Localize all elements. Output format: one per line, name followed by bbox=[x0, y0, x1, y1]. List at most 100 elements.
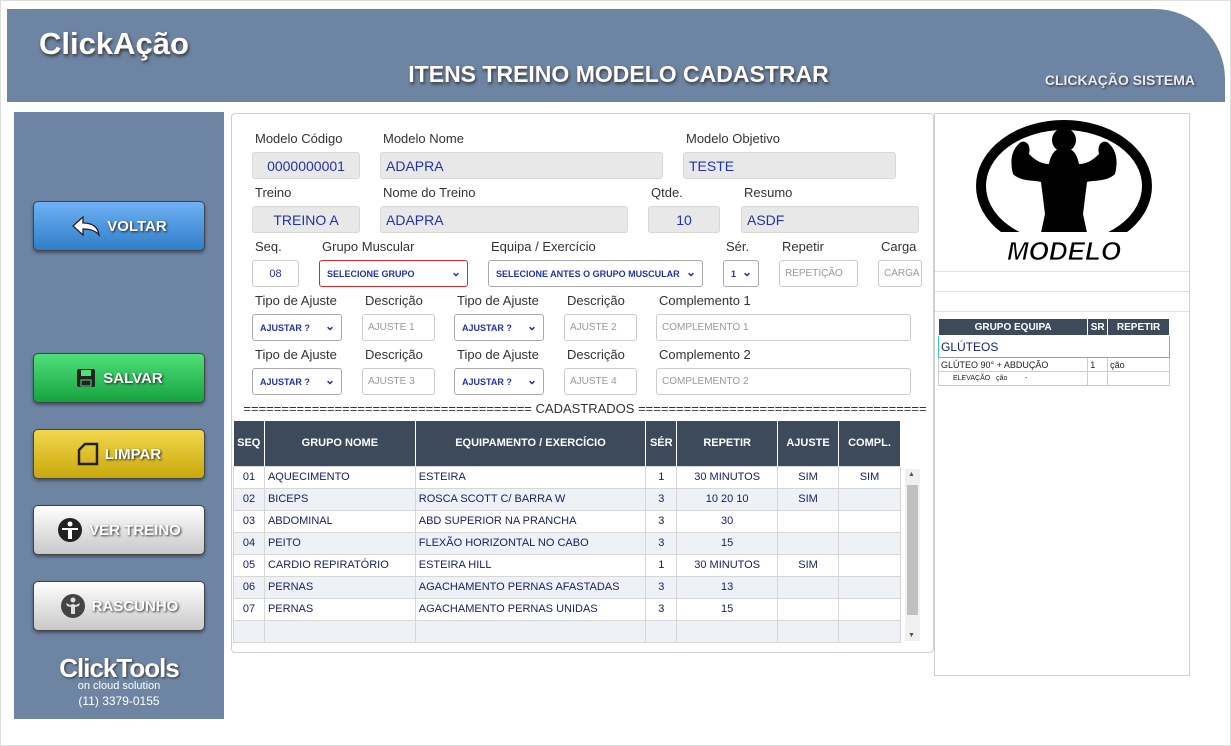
col-ajuste[interactable]: AJUSTE bbox=[777, 421, 840, 466]
carga-input[interactable]: CARGA bbox=[878, 260, 922, 287]
table-row-empty[interactable] bbox=[233, 619, 901, 643]
resumo-label: Resumo bbox=[744, 185, 793, 200]
tipo-ajuste-4-select[interactable]: AJUSTAR ? ⌄ bbox=[454, 368, 544, 395]
equipa-exercicio-value: SELECIONE ANTES O GRUPO MUSCULAR bbox=[496, 268, 680, 279]
voltar-label: VOLTAR bbox=[107, 217, 167, 235]
tipo-ajuste-3-value: AJUSTAR ? bbox=[260, 376, 310, 387]
cell-exercicio: AGACHAMENTO PERNAS UNIDAS bbox=[414, 597, 647, 621]
table-row[interactable]: 02 BICEPS ROSCA SCOTT C/ BARRA W 3 10 20… bbox=[233, 487, 901, 511]
cell-ajuste bbox=[777, 575, 840, 599]
preview-item-sr: 1 bbox=[1087, 357, 1109, 372]
itens-table: SEQ GRUPO NOME EQUIPAMENTO / EXERCÍCIO S… bbox=[233, 421, 901, 643]
ajuste-3-input[interactable]: AJUSTE 3 bbox=[362, 368, 435, 395]
scrollbar-thumb[interactable] bbox=[907, 485, 918, 615]
complemento-2-input[interactable]: COMPLEMENTO 2 bbox=[656, 368, 911, 395]
cell-seq: 01 bbox=[233, 465, 265, 489]
cell-repetir bbox=[676, 619, 779, 643]
preview-sub-value: ção bbox=[996, 375, 1008, 382]
modelo-objetivo-field: TESTE bbox=[683, 152, 896, 179]
col-seq[interactable]: SEQ bbox=[233, 421, 265, 466]
salvar-label: SALVAR bbox=[103, 369, 163, 387]
modelo-nome-field: ADAPRA bbox=[380, 152, 663, 179]
ajuste-1-input[interactable]: AJUSTE 1 bbox=[362, 314, 435, 341]
equipa-exercicio-select[interactable]: SELECIONE ANTES O GRUPO MUSCULAR ⌄ bbox=[488, 260, 703, 287]
preview-panel: MODELO GRUPO EQUIPA SR REPETIR GLÚTEOS G… bbox=[934, 113, 1190, 676]
page-title: ITENS TREINO MODELO CADASTRAR bbox=[408, 61, 829, 87]
table-row[interactable]: 07 PERNAS AGACHAMENTO PERNAS UNIDAS 3 15 bbox=[233, 597, 901, 621]
limpar-button[interactable]: LIMPAR bbox=[33, 429, 205, 479]
cell-repetir: 13 bbox=[676, 575, 779, 599]
table-row[interactable]: 01 AQUECIMENTO ESTEIRA 1 30 MINUTOS SIM … bbox=[233, 465, 901, 489]
save-icon bbox=[75, 367, 97, 389]
qtde-field: 10 bbox=[648, 206, 720, 233]
resumo-field: ASDF bbox=[741, 206, 919, 233]
cell-grupo: BICEPS bbox=[263, 487, 416, 511]
scroll-up-icon[interactable]: ▲ bbox=[908, 471, 915, 478]
tipo-ajuste-3-select[interactable]: AJUSTAR ? ⌄ bbox=[252, 368, 342, 395]
repetir-label: Repetir bbox=[782, 239, 824, 254]
preview-sub-rep bbox=[1107, 371, 1170, 386]
col-equipamento[interactable]: EQUIPAMENTO / EXERCÍCIO bbox=[415, 421, 647, 466]
salvar-button[interactable]: SALVAR bbox=[33, 353, 205, 403]
cadastrados-divider: ====================================== C… bbox=[243, 401, 927, 416]
grupo-muscular-label: Grupo Muscular bbox=[322, 239, 415, 254]
scroll-down-icon[interactable]: ▼ bbox=[908, 632, 915, 639]
table-row[interactable]: 04 PEITO FLEXÃO HORIZONTAL NO CABO 3 15 bbox=[233, 531, 901, 555]
modelo-objetivo-label: Modelo Objetivo bbox=[686, 131, 780, 146]
modelo-logo-graphic: MODELO bbox=[976, 120, 1152, 266]
repetir-input[interactable]: REPETIÇÃO bbox=[779, 260, 858, 287]
cell-seq: 05 bbox=[233, 553, 265, 577]
cell-exercicio: ABD SUPERIOR NA PRANCHA bbox=[414, 509, 647, 533]
rascunho-button[interactable]: RASCUNHO bbox=[33, 581, 205, 631]
col-ser[interactable]: SÉR bbox=[645, 421, 678, 466]
tipo-ajuste-1-select[interactable]: AJUSTAR ? ⌄ bbox=[252, 314, 342, 341]
table-row[interactable]: 03 ABDOMINAL ABD SUPERIOR NA PRANCHA 3 3… bbox=[233, 509, 901, 533]
ver-treino-button[interactable]: VER TREINO bbox=[33, 505, 205, 555]
voltar-button[interactable]: VOLTAR bbox=[33, 201, 205, 251]
qtde-label: Qtde. bbox=[651, 185, 683, 200]
tipo-ajuste-1-label: Tipo de Ajuste bbox=[255, 293, 337, 308]
descricao-1-label: Descrição bbox=[365, 293, 423, 308]
complemento-1-input[interactable]: COMPLEMENTO 1 bbox=[656, 314, 911, 341]
ver-treino-label: VER TREINO bbox=[89, 521, 181, 539]
table-row[interactable]: 06 PERNAS AGACHAMENTO PERNAS AFASTADAS 3… bbox=[233, 575, 901, 599]
ajuste-2-input[interactable]: AJUSTE 2 bbox=[564, 314, 637, 341]
cell-seq bbox=[233, 619, 265, 643]
cell-exercicio: ROSCA SCOTT C/ BARRA W bbox=[414, 487, 647, 511]
tipo-ajuste-1-value: AJUSTAR ? bbox=[260, 322, 310, 333]
preview-col-repetir: REPETIR bbox=[1107, 318, 1170, 336]
cell-ajuste bbox=[777, 619, 840, 643]
ajuste-4-input[interactable]: AJUSTE 4 bbox=[564, 368, 637, 395]
table-scrollbar[interactable]: ▲ ▼ bbox=[905, 469, 920, 641]
cell-grupo: AQUECIMENTO bbox=[263, 465, 416, 489]
nome-treino-label: Nome do Treino bbox=[383, 185, 476, 200]
grupo-muscular-select[interactable]: SELECIONE GRUPO ⌄ bbox=[319, 260, 468, 287]
preview-sub-label: ELEVAÇÃO ção - bbox=[937, 371, 1089, 386]
chevron-down-icon: ⌄ bbox=[324, 319, 335, 333]
series-select[interactable]: 1 ⌄ bbox=[723, 260, 759, 287]
cell-seq: 04 bbox=[233, 531, 265, 555]
tipo-ajuste-2-select[interactable]: AJUSTAR ? ⌄ bbox=[454, 314, 544, 341]
modelo-logo: MODELO bbox=[975, 118, 1153, 273]
col-compl[interactable]: COMPL. bbox=[838, 421, 901, 466]
cell-seq: 07 bbox=[233, 597, 265, 621]
clicktools-phone: (11) 3379-0155 bbox=[78, 694, 160, 708]
col-grupo-nome[interactable]: GRUPO NOME bbox=[264, 421, 416, 466]
cell-repetir: 30 bbox=[676, 509, 779, 533]
cell-grupo: PERNAS bbox=[263, 575, 416, 599]
cell-grupo bbox=[263, 619, 416, 643]
tipo-ajuste-4-value: AJUSTAR ? bbox=[462, 376, 512, 387]
preview-item-name: GLÚTEO 90° + ABDUÇÃO bbox=[937, 357, 1089, 372]
table-row[interactable]: 05 CARDIO REPIRATÓRIO ESTEIRA HILL 1 30 … bbox=[233, 553, 901, 577]
workout-icon bbox=[57, 517, 83, 543]
seq-input[interactable]: 08 bbox=[252, 260, 299, 287]
chevron-down-icon: ⌄ bbox=[741, 265, 752, 279]
series-value: 1 bbox=[731, 268, 737, 279]
descricao-3-label: Descrição bbox=[365, 347, 423, 362]
tipo-ajuste-4-label: Tipo de Ajuste bbox=[457, 347, 539, 362]
cell-repetir: 15 bbox=[676, 597, 779, 621]
modelo-logo-text: MODELO bbox=[1007, 236, 1121, 266]
cell-ser bbox=[645, 619, 678, 643]
col-repetir[interactable]: REPETIR bbox=[676, 421, 779, 466]
tipo-ajuste-3-label: Tipo de Ajuste bbox=[255, 347, 337, 362]
